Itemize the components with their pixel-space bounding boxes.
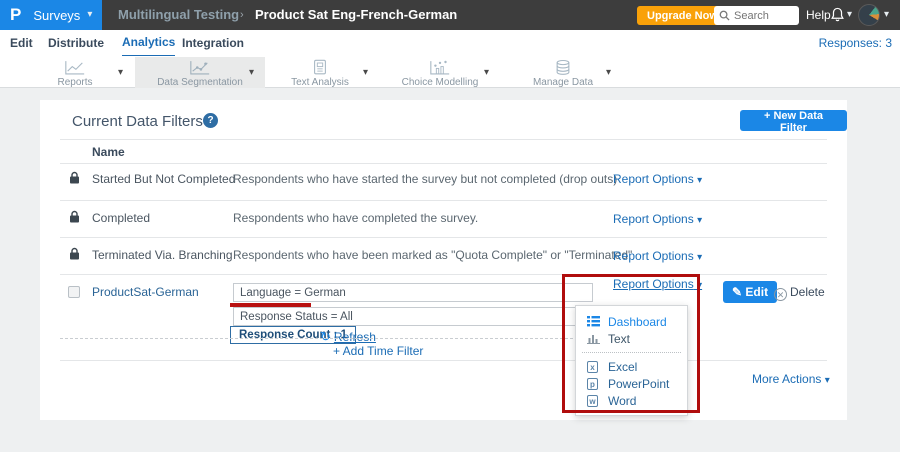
toolbar-item-label: Manage Data [513, 77, 613, 88]
caret-down-icon[interactable]: ▾ [363, 67, 368, 78]
caret-down-icon: ▾ [697, 175, 702, 186]
menu-item-powerpoint[interactable]: p PowerPoint [576, 375, 687, 392]
toolbar-item-reports[interactable]: Reports [25, 57, 125, 88]
new-data-filter-button[interactable]: + New Data Filter [740, 110, 847, 131]
toolbar-item-manage-data[interactable]: Manage Data [513, 57, 613, 88]
tab-analytics[interactable]: Analytics [122, 30, 175, 56]
toolbar-item-text-analysis[interactable]: Text Analysis [270, 57, 370, 88]
delete-circle-x-icon: ✕ [774, 288, 787, 301]
menu-item-word[interactable]: w Word [576, 392, 687, 409]
caret-down-icon[interactable]: ▾ [847, 10, 852, 20]
caret-down-icon[interactable]: ▾ [884, 10, 889, 20]
filter-row-description: Respondents who have completed the surve… [233, 211, 478, 225]
caret-down-icon: ▾ [825, 375, 830, 386]
help-link[interactable]: Help [806, 0, 831, 30]
lock-icon [69, 247, 80, 263]
filter-row-checkbox[interactable] [68, 286, 80, 298]
notifications-bell-icon[interactable] [830, 7, 845, 26]
more-actions-link[interactable]: More Actions ▾ [752, 372, 830, 386]
divider [60, 360, 827, 361]
report-options-dropdown: Dashboard Text x Excel p PowerPoint w Wo… [575, 305, 688, 416]
help-circle-icon[interactable]: ? [203, 113, 218, 128]
divider [60, 338, 618, 339]
divider [60, 237, 827, 238]
caret-down-icon[interactable]: ▾ [118, 67, 123, 78]
page-title: Current Data Filters [72, 113, 203, 130]
toolbar-item-label: Data Segmentation [135, 77, 265, 88]
toolbar-item-choice-modelling[interactable]: Choice Modelling [390, 57, 490, 88]
breadcrumb-parent[interactable]: Multilingual Testing [118, 0, 239, 30]
divider [60, 274, 827, 275]
edit-button[interactable]: ✎ Edit [723, 281, 777, 303]
breadcrumb-current: Product Sat Eng-French-German [255, 0, 457, 30]
product-switcher[interactable]: P Surveys ▾ [0, 0, 102, 30]
menu-item-excel[interactable]: x Excel [576, 358, 687, 375]
caret-down-icon: ▾ [87, 10, 92, 20]
caret-down-icon: ▾ [697, 280, 702, 291]
menu-item-dashboard[interactable]: Dashboard [576, 313, 687, 330]
tab-integration[interactable]: Integration [182, 30, 244, 57]
delete-link[interactable]: ✕Delete [774, 285, 825, 301]
powerpoint-file-icon: p [587, 378, 602, 390]
menu-separator [582, 352, 681, 353]
search-input[interactable] [734, 10, 794, 22]
lock-icon [69, 171, 80, 187]
lock-icon [69, 210, 80, 226]
add-time-filter-link[interactable]: + Add Time Filter [333, 344, 423, 358]
word-file-icon: w [587, 395, 602, 407]
caret-down-icon[interactable]: ▾ [484, 67, 489, 78]
dashboard-list-icon [587, 316, 602, 327]
questionpro-logo: P [10, 5, 21, 25]
excel-file-icon: x [587, 361, 602, 373]
report-options-link-open[interactable]: Report Options ▾ [613, 277, 702, 291]
surveys-menu-label: Surveys [33, 8, 80, 23]
refresh-icon: ↻ [320, 329, 331, 344]
tab-edit[interactable]: Edit [10, 30, 33, 57]
responses-count[interactable]: Responses: 3 [819, 30, 892, 57]
toolbar-item-data-segmentation[interactable]: Data Segmentation [135, 57, 265, 88]
column-header-name: Name [92, 145, 125, 159]
caret-down-icon[interactable]: ▾ [249, 67, 254, 78]
divider [60, 200, 827, 201]
report-options-link[interactable]: Report Options ▾ [613, 172, 702, 186]
pencil-icon: ✎ [732, 285, 742, 299]
menu-item-text[interactable]: Text [576, 330, 687, 347]
toolbar-item-label: Reports [25, 77, 125, 88]
user-avatar[interactable] [858, 4, 880, 26]
filter-row-name: Started But Not Completed [92, 172, 235, 186]
toolbar-item-label: Choice Modelling [390, 77, 490, 88]
search-box[interactable] [714, 6, 799, 25]
filter-row-description: Respondents who have been marked as "Quo… [233, 248, 632, 262]
current-data-filters-panel: Current Data Filters ? + New Data Filter… [40, 100, 847, 420]
caret-down-icon: ▾ [697, 215, 702, 226]
filter-criteria-input[interactable] [233, 283, 593, 302]
filter-row-name: Completed [92, 211, 150, 225]
top-bar: P Surveys ▾ Multilingual Testing › Produ… [0, 0, 900, 30]
toolbar-item-label: Text Analysis [270, 77, 370, 88]
breadcrumb-separator: › [240, 0, 244, 30]
report-options-link[interactable]: Report Options ▾ [613, 249, 702, 263]
survey-nav-bar: Edit Distribute Analytics Integration Re… [0, 30, 900, 57]
refresh-link[interactable]: ↻Refresh [320, 329, 376, 345]
filter-row-description: Respondents who have started the survey … [233, 172, 617, 186]
response-status-input[interactable] [233, 307, 593, 326]
divider [60, 163, 827, 164]
filter-row-name: ProductSat-German [92, 285, 199, 299]
bar-chart-icon [587, 333, 602, 344]
caret-down-icon: ▾ [697, 252, 702, 263]
report-options-link[interactable]: Report Options ▾ [613, 212, 702, 226]
search-icon [719, 10, 730, 21]
filter-row-name: Terminated Via. Branching [92, 248, 233, 262]
analytics-toolbar: Reports ▾ Data Segmentation ▾ Text Analy… [0, 57, 900, 88]
caret-down-icon[interactable]: ▾ [606, 67, 611, 78]
tab-distribute[interactable]: Distribute [48, 30, 104, 57]
divider [60, 139, 827, 140]
